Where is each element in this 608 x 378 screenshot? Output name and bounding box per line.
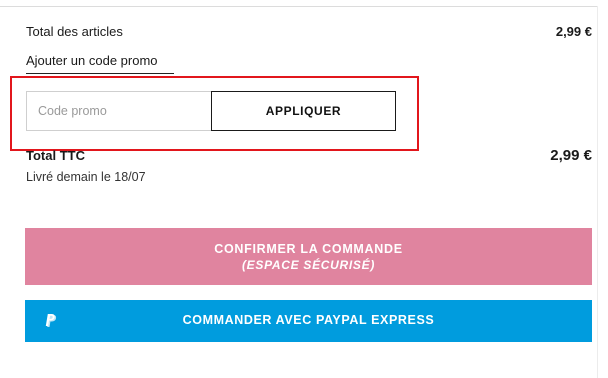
add-promo-code-link[interactable]: Ajouter un code promo — [26, 53, 174, 74]
apply-promo-button[interactable]: APPLIQUER — [211, 91, 396, 131]
paypal-express-button[interactable]: COMMANDER AVEC PAYPAL EXPRESS — [25, 300, 592, 342]
secure-area-label: (ESPACE SÉCURISÉ) — [241, 257, 376, 272]
total-ttc-value: 2,99 € — [550, 147, 592, 164]
paypal-express-label: COMMANDER AVEC PAYPAL EXPRESS — [182, 313, 435, 327]
confirm-order-button[interactable]: CONFIRMER LA COMMANDE (ESPACE SÉCURISÉ) — [25, 228, 592, 285]
promo-code-input[interactable] — [26, 91, 211, 131]
total-ttc-label: Total TTC — [26, 148, 85, 163]
total-articles-label: Total des articles — [26, 24, 123, 39]
top-divider — [0, 6, 598, 7]
delivery-date: Livré demain le 18/07 — [26, 170, 146, 184]
total-articles-value: 2,99 € — [555, 24, 592, 39]
right-divider — [597, 6, 598, 378]
confirm-order-label: CONFIRMER LA COMMANDE — [214, 241, 403, 256]
